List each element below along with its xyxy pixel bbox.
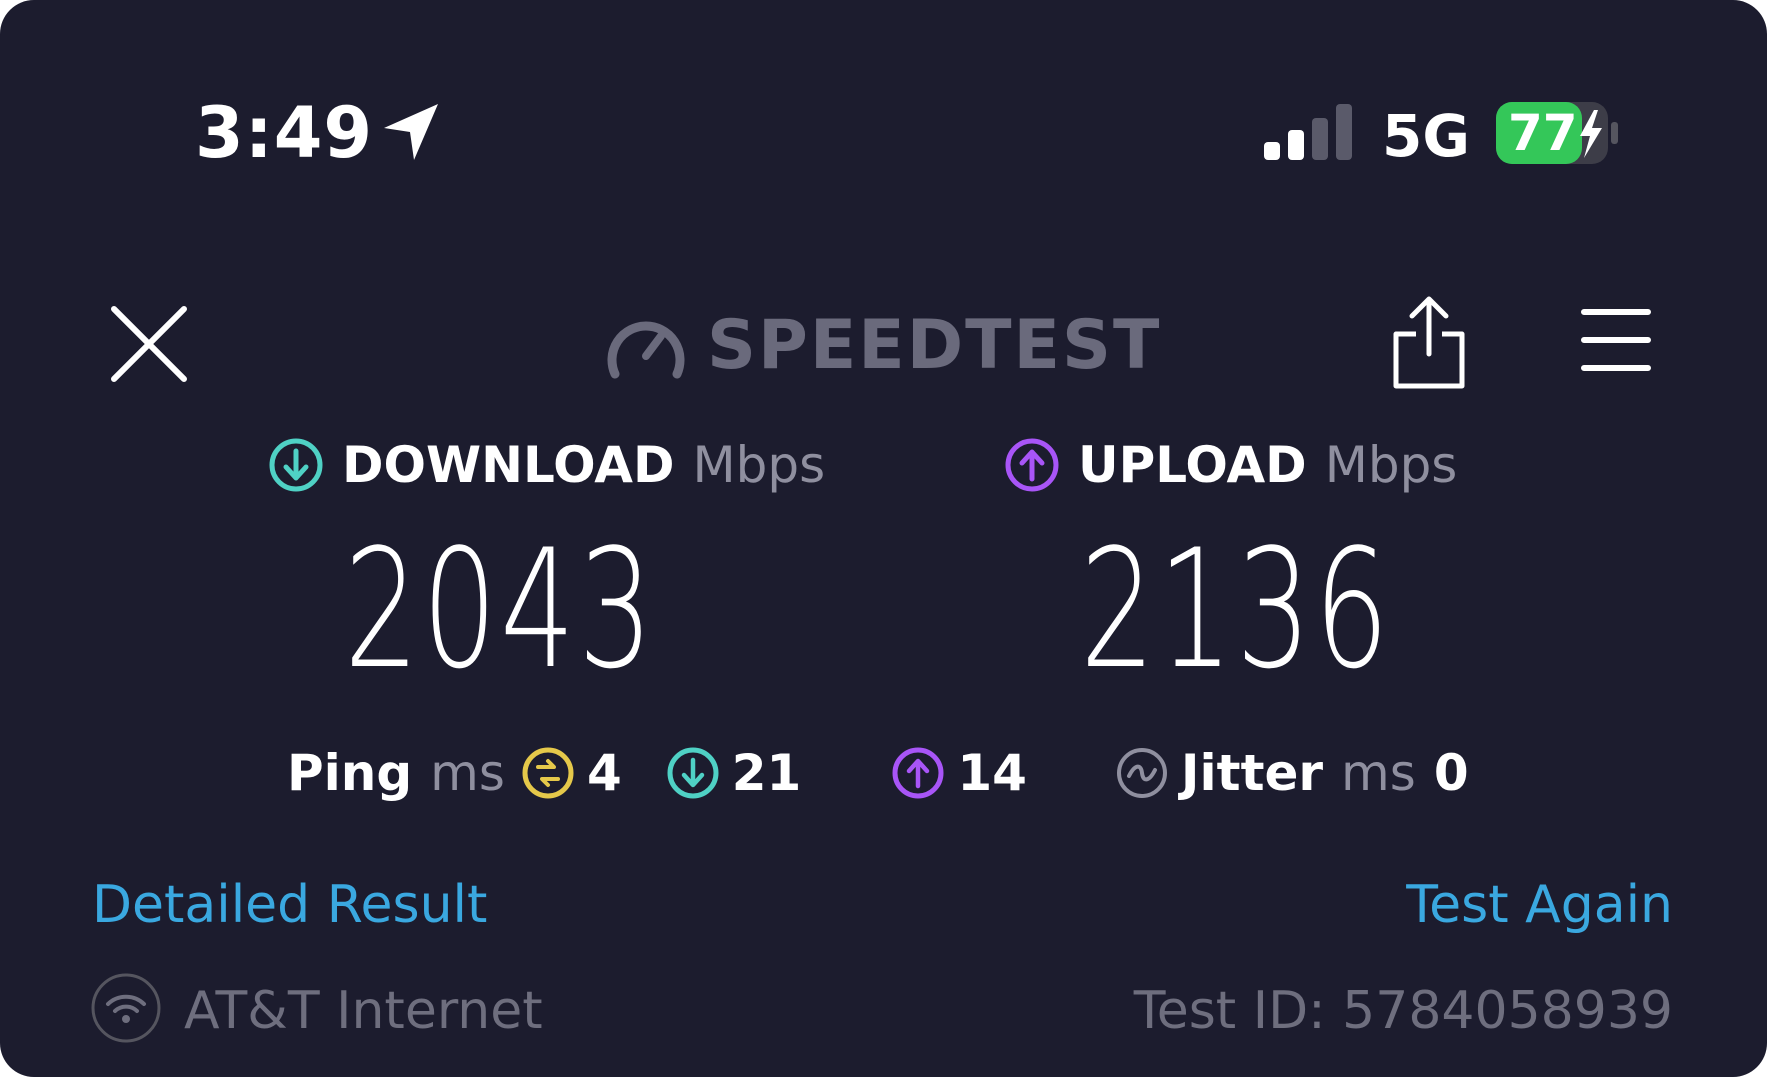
wifi-icon [91,973,161,1043]
battery-charging-icon: 77 [1494,100,1622,166]
test-again-link[interactable]: Test Again [1406,870,1673,940]
download-unit: Mbps [692,436,826,494]
upload-arrow-icon [1005,438,1059,492]
upload-value: 2136 [1080,514,1393,705]
idle-latency-icon [522,747,574,799]
download-value: 2043 [344,514,657,705]
jitter-label: Jitter [1180,744,1324,802]
download-arrow-icon [269,438,323,492]
ping-upload-value: 14 [957,744,1027,802]
speedometer-icon [607,321,685,379]
location-arrow-icon [384,104,438,160]
upload-label: UPLOAD [1078,436,1307,494]
ping-unit: ms [430,744,505,802]
upload-latency-icon [892,747,944,799]
cellular-signal-icon [1264,104,1352,160]
jitter-value: 0 [1433,744,1469,802]
status-time: 3:49 [195,92,374,174]
download-label: DOWNLOAD [342,436,675,494]
battery-percent: 77 [1508,104,1578,162]
download-header: DOWNLOAD Mbps [268,430,825,500]
hamburger-menu-icon[interactable] [1580,306,1652,374]
test-id: Test ID: 5784058939 [1133,981,1673,1041]
speedtest-logo: SPEEDTEST [605,306,1161,386]
download-latency-icon [667,747,719,799]
jitter-unit: ms [1341,744,1416,802]
brand-name: SPEEDTEST [707,306,1162,385]
detailed-result-link[interactable]: Detailed Result [92,870,487,940]
close-icon[interactable] [110,305,188,383]
share-icon[interactable] [1390,294,1468,390]
provider-name: AT&T Internet [184,981,543,1041]
upload-unit: Mbps [1324,436,1458,494]
ping-label: Ping [287,744,413,802]
ping-stats: Ping ms 4 21 14 Jitter ms 0 [287,738,1469,808]
speedtest-screen: 3:49 5G 77 SPEEDTEST DOWNLOAD Mbps 2043 … [0,0,1767,1077]
ping-download-value: 21 [731,744,802,802]
network-type: 5G [1382,102,1470,170]
upload-header: UPLOAD Mbps [1004,430,1457,500]
ping-idle-value: 4 [586,744,622,802]
jitter-icon [1116,748,1167,798]
